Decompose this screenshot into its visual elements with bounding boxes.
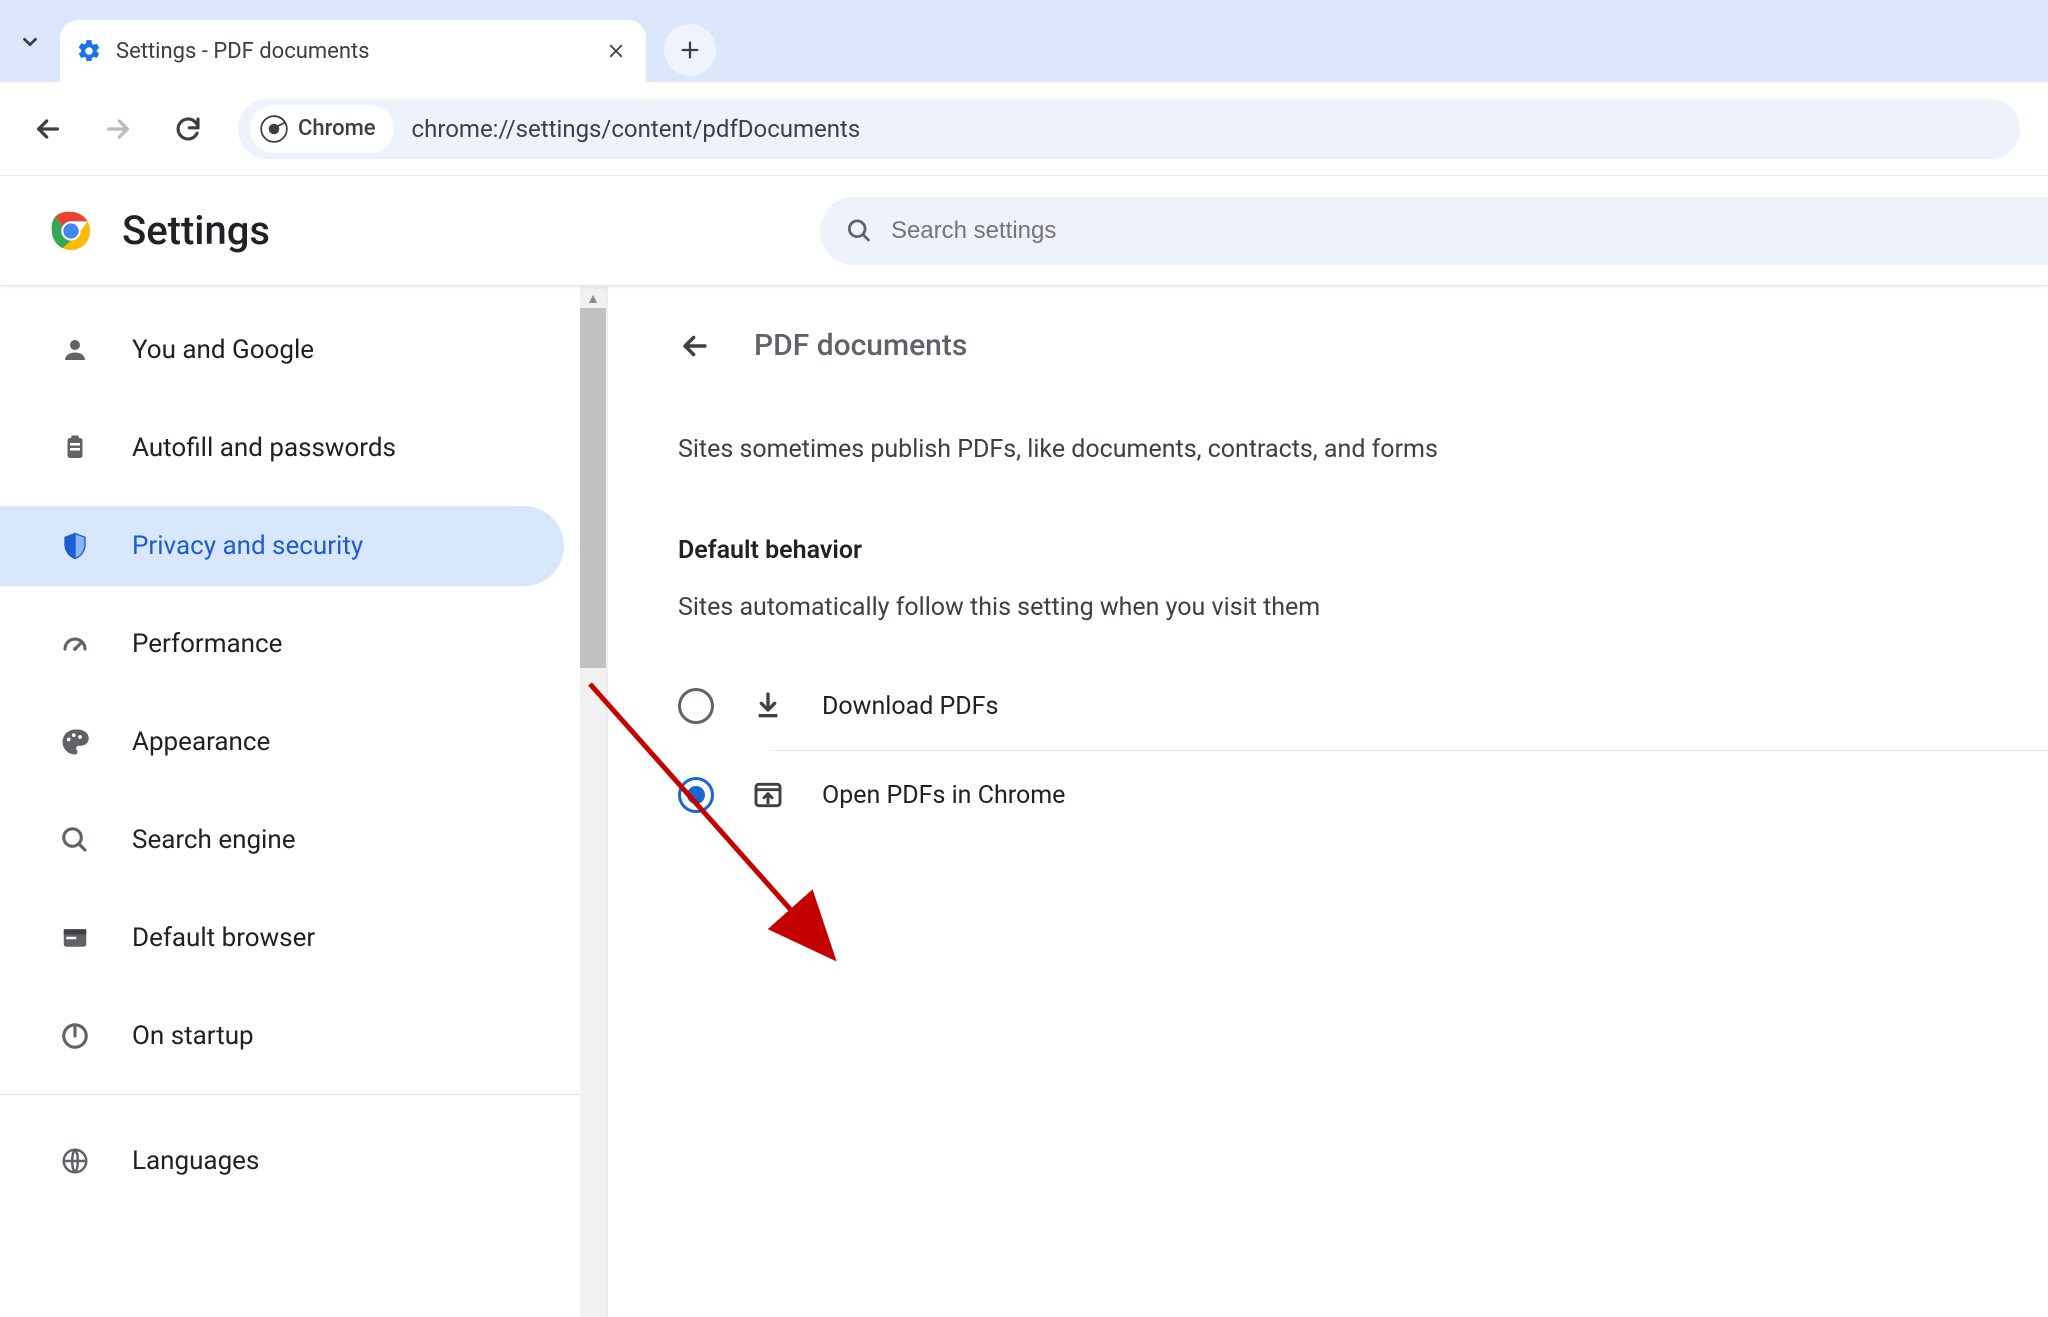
sidebar-item-label: Privacy and security bbox=[132, 531, 363, 561]
reload-button[interactable] bbox=[168, 109, 208, 149]
sidebar-item-performance[interactable]: Performance bbox=[0, 604, 564, 684]
settings-sidebar: You and Google Autofill and passwords Pr… bbox=[0, 286, 580, 1317]
sidebar-item-appearance[interactable]: Appearance bbox=[0, 702, 564, 782]
power-icon bbox=[58, 1021, 92, 1051]
settings-search-input[interactable] bbox=[891, 217, 2022, 245]
chrome-logo-icon bbox=[48, 208, 94, 254]
option-download-pdfs[interactable]: Download PDFs bbox=[678, 662, 2048, 750]
sidebar-item-label: Appearance bbox=[132, 727, 270, 757]
tab-search-dropdown[interactable] bbox=[0, 12, 60, 72]
person-icon bbox=[58, 335, 92, 365]
gear-icon bbox=[76, 38, 102, 64]
back-to-privacy-button[interactable] bbox=[678, 329, 712, 363]
sidebar-item-label: On startup bbox=[132, 1021, 254, 1051]
search-icon bbox=[846, 217, 873, 245]
search-icon bbox=[58, 825, 92, 855]
plus-icon bbox=[679, 39, 701, 61]
browser-tab-strip: Settings - PDF documents bbox=[0, 0, 2048, 82]
browser-toolbar: Chrome chrome://settings/content/pdfDocu… bbox=[0, 82, 2048, 176]
section-label: Default behavior bbox=[678, 536, 2048, 565]
arrow-right-icon bbox=[102, 113, 134, 145]
sidebar-item-you-and-google[interactable]: You and Google bbox=[0, 310, 564, 390]
chrome-logo-icon bbox=[260, 115, 288, 143]
sidebar-item-privacy-security[interactable]: Privacy and security bbox=[0, 506, 564, 586]
open-in-browser-icon bbox=[752, 779, 784, 811]
section-sub-description: Sites automatically follow this setting … bbox=[678, 593, 2048, 622]
tab-close-button[interactable] bbox=[602, 37, 630, 65]
download-icon bbox=[752, 690, 784, 722]
sidebar-item-label: You and Google bbox=[132, 335, 314, 365]
option-open-in-chrome[interactable]: Open PDFs in Chrome bbox=[678, 751, 2048, 839]
palette-icon bbox=[58, 727, 92, 757]
settings-title: Settings bbox=[122, 207, 270, 254]
site-chip[interactable]: Chrome bbox=[250, 105, 394, 153]
new-tab-button[interactable] bbox=[664, 24, 716, 76]
omnibox[interactable]: Chrome chrome://settings/content/pdfDocu… bbox=[238, 99, 2020, 159]
sidebar-item-search-engine[interactable]: Search engine bbox=[0, 800, 564, 880]
option-label: Open PDFs in Chrome bbox=[822, 781, 1065, 810]
browser-tab[interactable]: Settings - PDF documents bbox=[60, 20, 646, 82]
sidebar-item-label: Default browser bbox=[132, 923, 315, 953]
omnibox-url: chrome://settings/content/pdfDocuments bbox=[404, 115, 861, 143]
forward-button[interactable] bbox=[98, 109, 138, 149]
gauge-icon bbox=[58, 629, 92, 659]
scrollbar-thumb[interactable] bbox=[580, 308, 606, 668]
chevron-down-icon bbox=[19, 31, 41, 53]
clipboard-icon bbox=[58, 433, 92, 463]
radio-unselected[interactable] bbox=[678, 688, 714, 724]
sidebar-item-on-startup[interactable]: On startup bbox=[0, 996, 564, 1076]
sidebar-item-default-browser[interactable]: Default browser bbox=[0, 898, 564, 978]
settings-search[interactable] bbox=[820, 197, 2048, 265]
site-chip-label: Chrome bbox=[298, 116, 376, 141]
sidebar-item-languages[interactable]: Languages bbox=[0, 1121, 564, 1201]
shield-icon bbox=[58, 531, 92, 561]
sidebar-item-label: Performance bbox=[132, 629, 282, 659]
settings-header: Settings bbox=[0, 176, 2048, 286]
radio-selected[interactable] bbox=[678, 777, 714, 813]
tab-title: Settings - PDF documents bbox=[116, 39, 588, 64]
option-label: Download PDFs bbox=[822, 692, 998, 721]
page-title: PDF documents bbox=[754, 328, 967, 363]
close-icon bbox=[607, 42, 625, 60]
browser-icon bbox=[58, 923, 92, 953]
sidebar-divider bbox=[0, 1094, 580, 1095]
back-button[interactable] bbox=[28, 109, 68, 149]
sidebar-item-label: Languages bbox=[132, 1146, 259, 1176]
sidebar-item-label: Autofill and passwords bbox=[132, 433, 396, 463]
settings-content: PDF documents Sites sometimes publish PD… bbox=[608, 286, 2048, 1317]
sidebar-scrollbar[interactable]: ▲ bbox=[580, 286, 606, 1317]
reload-icon bbox=[173, 114, 203, 144]
page-description: Sites sometimes publish PDFs, like docum… bbox=[678, 435, 2048, 464]
arrow-left-icon bbox=[678, 329, 712, 363]
sidebar-item-autofill[interactable]: Autofill and passwords bbox=[0, 408, 564, 488]
scroll-up-arrow-icon: ▲ bbox=[580, 290, 606, 307]
globe-icon bbox=[58, 1146, 92, 1176]
sidebar-item-label: Search engine bbox=[132, 825, 296, 855]
arrow-left-icon bbox=[32, 113, 64, 145]
